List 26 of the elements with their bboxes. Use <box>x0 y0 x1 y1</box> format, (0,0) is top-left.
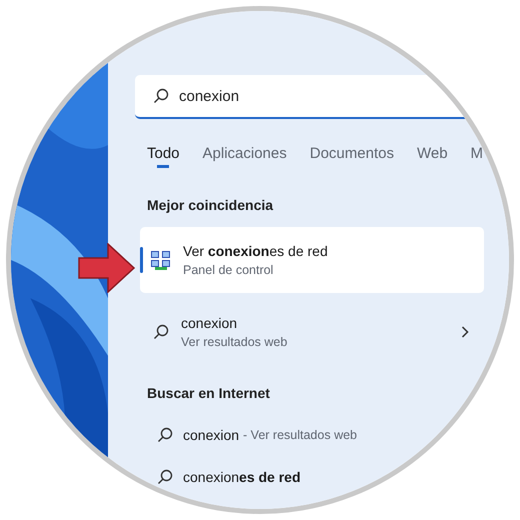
web-result-row[interactable]: conexion Ver resultados web <box>153 315 497 349</box>
best-match-card[interactable]: Ver conexiones de red Panel de control <box>140 227 484 293</box>
chevron-right-icon <box>461 326 469 338</box>
tab[interactable]: Documentos <box>310 145 394 171</box>
search-icon <box>157 469 173 485</box>
search-text: conexion <box>179 88 240 104</box>
search-icon <box>153 324 169 340</box>
tab[interactable]: Web <box>416 145 448 171</box>
result-title: conexion <box>181 315 238 331</box>
result-subtitle: Ver resultados web <box>181 335 288 349</box>
tab[interactable]: M <box>470 145 484 171</box>
suggestion-row[interactable]: conexiones de red <box>157 469 509 485</box>
tab[interactable]: Todo <box>147 145 180 171</box>
suggestion-text: conexiones de red <box>183 469 301 485</box>
suggestion-row[interactable]: conexion - Ver resultados web <box>157 427 509 443</box>
result-subtitle: Panel de control <box>183 263 274 277</box>
search-icon <box>153 88 169 104</box>
search-icon <box>157 427 173 443</box>
suggestion-hint: - Ver resultados web <box>243 428 357 442</box>
suggestion-text: conexion <box>183 427 240 443</box>
network-computers-icon <box>150 249 172 271</box>
result-title: Ver conexiones de red <box>183 243 328 259</box>
tab[interactable]: Aplicaciones <box>202 145 287 171</box>
section-heading: Buscar en Internet <box>147 385 271 401</box>
arrow-annotation <box>78 243 136 293</box>
section-heading: Mejor coincidencia <box>147 197 274 213</box>
